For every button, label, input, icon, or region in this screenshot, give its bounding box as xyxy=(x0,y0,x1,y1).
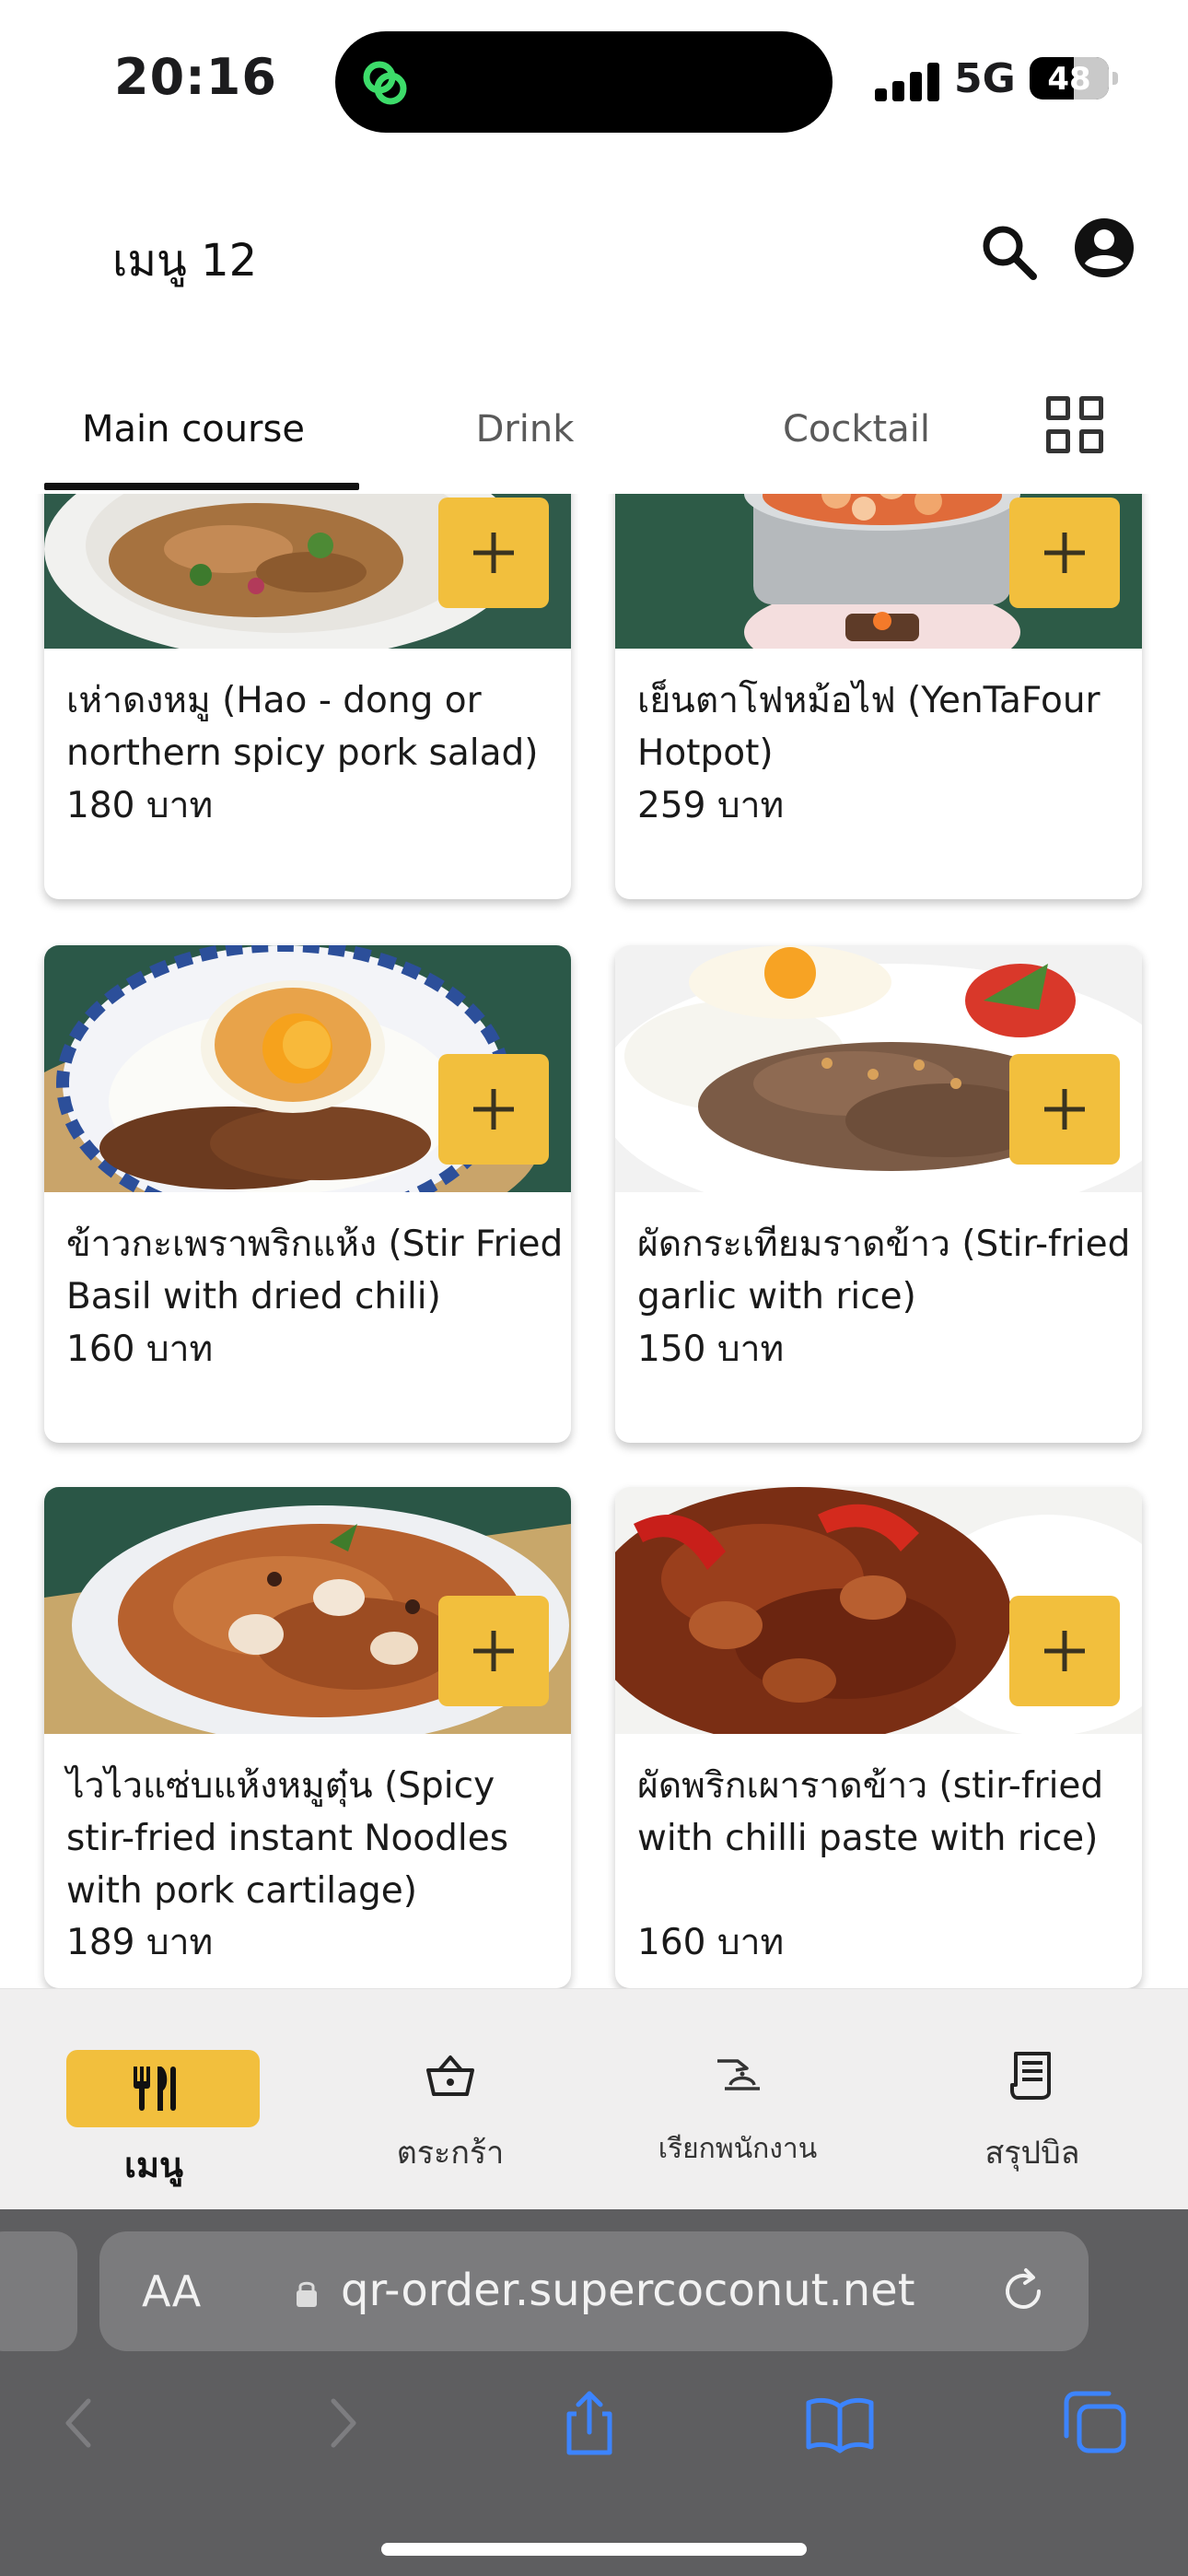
search-icon[interactable] xyxy=(978,221,1042,286)
menu-item-name: ผัดกระเทียมราดข้าว (Stir-fried garlic wi… xyxy=(637,1224,1131,1317)
menu-card[interactable]: เย็นตาโฟหม้อไฟ (YenTaFour Hotpot) 259 บา… xyxy=(615,494,1142,899)
reload-icon[interactable] xyxy=(998,2266,1048,2316)
share-icon[interactable] xyxy=(553,2386,626,2460)
nav-call-staff[interactable]: เรียกพนักงาน xyxy=(589,1989,886,2210)
basket-icon xyxy=(426,2055,474,2096)
tab-drink[interactable]: Drink xyxy=(359,369,691,490)
menu-item-name: เห่าดงหมู (Hao - dong or northern spicy … xyxy=(66,680,539,774)
nav-label: เมนู xyxy=(123,2145,183,2185)
add-to-cart-button[interactable] xyxy=(438,1054,549,1165)
add-to-cart-button[interactable] xyxy=(1009,1596,1120,1706)
menu-item-name: ข้าวกะเพราพริกแห้ง (Stir Fried Basil wit… xyxy=(66,1224,564,1317)
address-bar[interactable]: AA qr-order.supercoconut.net xyxy=(99,2231,1089,2351)
forward-icon[interactable] xyxy=(304,2386,378,2460)
home-indicator xyxy=(381,2543,807,2556)
app-header: เมนู 12 xyxy=(0,157,1188,369)
nav-label: ตระกร้า xyxy=(396,2135,505,2172)
category-tabs: Main course Drink Cocktail xyxy=(0,369,1188,494)
menu-grid: เห่าดงหมู (Hao - dong or northern spicy … xyxy=(0,494,1188,1988)
receipt-icon xyxy=(1010,2052,1051,2100)
menu-item-name: ไวไวแซ่บแห้งหมูตุ๋น (Spicy stir-fried in… xyxy=(66,1765,509,1912)
nav-basket[interactable]: ตระกร้า xyxy=(302,1989,599,2210)
active-tab-indicator xyxy=(44,483,359,490)
add-to-cart-button[interactable] xyxy=(438,498,549,608)
tab-cocktail[interactable]: Cocktail xyxy=(691,369,1022,490)
add-to-cart-button[interactable] xyxy=(1009,498,1120,608)
nav-label: เรียกพนักงาน xyxy=(658,2133,818,2165)
menu-item-price: 189 บาท xyxy=(66,1922,214,1963)
battery-level: 48 xyxy=(1047,61,1091,98)
menu-card[interactable]: ผัดกระเทียมราดข้าว (Stir-fried garlic wi… xyxy=(615,945,1142,1443)
bookmarks-icon[interactable] xyxy=(803,2386,877,2460)
menu-item-price: 150 บาท xyxy=(637,1329,785,1370)
previous-tab-preview[interactable] xyxy=(0,2231,77,2351)
browser-toolbar: AA qr-order.supercoconut.net xyxy=(0,2209,1188,2576)
add-to-cart-button[interactable] xyxy=(1009,1054,1120,1165)
reader-settings-button[interactable]: AA xyxy=(142,2266,201,2316)
menu-item-name: เย็นตาโฟหม้อไฟ (YenTaFour Hotpot) xyxy=(637,680,1101,774)
menu-item-name: ผัดพริกเผาราดข้าว (stir-fried with chill… xyxy=(637,1765,1104,1859)
menu-item-price: 160 บาท xyxy=(66,1329,214,1370)
menu-item-price: 160 บาท xyxy=(637,1922,785,1963)
tabs-icon[interactable] xyxy=(1057,2386,1131,2460)
page-title: เมนู 12 xyxy=(112,235,258,287)
add-to-cart-button[interactable] xyxy=(438,1596,549,1706)
nav-label: สรุปบิล xyxy=(984,2135,1080,2172)
grid-view-icon[interactable] xyxy=(1046,396,1103,453)
nav-bill-summary[interactable]: สรุปบิล xyxy=(884,1989,1181,2210)
account-icon[interactable] xyxy=(1074,217,1135,278)
tab-main-course[interactable]: Main course xyxy=(28,369,359,490)
line-call-icon xyxy=(363,61,407,105)
url-text: qr-order.supercoconut.net xyxy=(341,2265,915,2316)
nav-menu[interactable]: เมนู xyxy=(6,1989,302,2210)
call-staff-icon xyxy=(717,2059,760,2090)
battery-icon: 48 xyxy=(1030,57,1109,100)
menu-card[interactable]: เห่าดงหมู (Hao - dong or northern spicy … xyxy=(44,494,571,899)
battery-cap xyxy=(1112,72,1118,85)
utensils-icon xyxy=(134,2067,176,2111)
menu-card[interactable]: ข้าวกะเพราพริกแห้ง (Stir Fried Basil wit… xyxy=(44,945,571,1443)
lock-icon xyxy=(297,2281,317,2307)
bottom-navigation: เมนู ตระกร้า เรียกพนักงาน สรุปบิล xyxy=(0,1988,1188,2209)
network-type: 5G xyxy=(954,55,1016,102)
status-time: 20:16 xyxy=(114,48,277,106)
menu-card[interactable]: ผัดพริกเผาราดข้าว (stir-fried with chill… xyxy=(615,1487,1142,1988)
menu-item-price: 180 บาท xyxy=(66,785,214,826)
back-icon[interactable] xyxy=(44,2386,118,2460)
menu-item-price: 259 บาท xyxy=(637,785,785,826)
menu-card[interactable]: ไวไวแซ่บแห้งหมูตุ๋น (Spicy stir-fried in… xyxy=(44,1487,571,1988)
dynamic-island xyxy=(335,31,833,133)
cellular-signal-icon xyxy=(875,61,941,101)
status-bar: 20:16 5G 48 xyxy=(0,0,1188,157)
